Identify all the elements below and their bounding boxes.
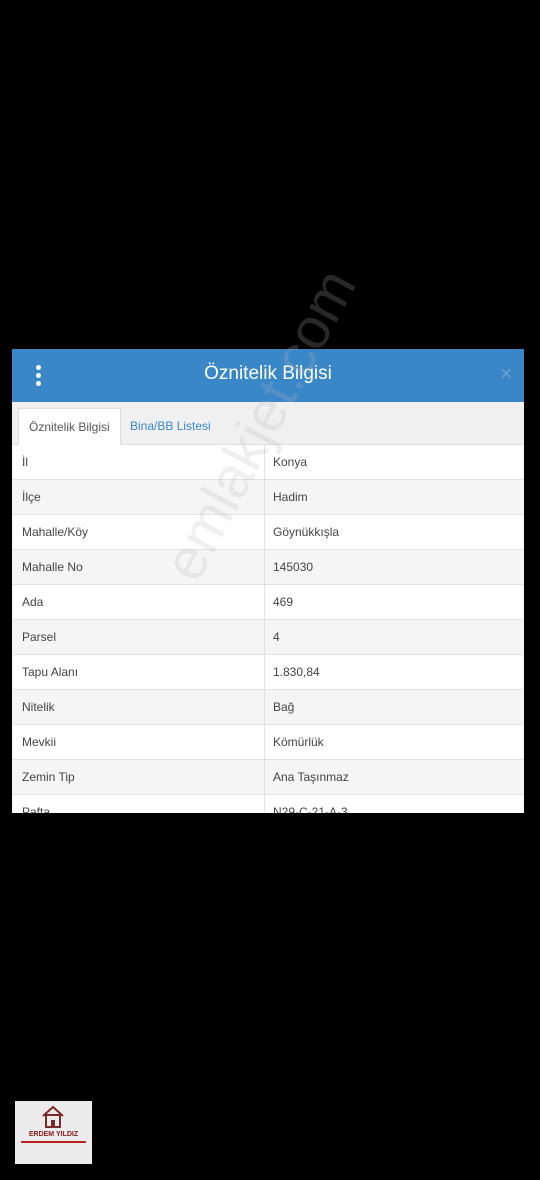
table-row: Nitelik Bağ	[13, 689, 523, 725]
attribute-value: 1.830,84	[264, 654, 523, 690]
attribute-table: İl Konya İlçe Hadim Mahalle/Köy Göynükkışla Ma…	[13, 445, 523, 813]
attribute-value: Kömürlük	[264, 724, 523, 760]
close-icon[interactable]: ×	[500, 363, 512, 386]
table-row: İl Konya	[13, 445, 523, 480]
attribute-key: Tapu Alanı	[13, 654, 265, 690]
attribute-key: İlçe	[13, 479, 265, 515]
tab-attribute-info[interactable]: Öznitelik Bilgisi	[18, 408, 121, 445]
attribute-value: Göynükkışla	[264, 514, 523, 550]
attribute-value: Hadim	[264, 479, 523, 515]
attribute-key: Mahalle No	[13, 549, 265, 585]
attribute-value: Ana Taşınmaz	[264, 759, 523, 795]
attribute-value: 4	[264, 619, 523, 655]
attribute-value: 469	[264, 584, 523, 620]
attribute-key: Ada	[13, 584, 265, 620]
attribute-key: Pafta	[13, 794, 265, 813]
brand-logo: ERDEM YILDIZ	[15, 1101, 92, 1164]
table-row: Parsel 4	[13, 619, 523, 655]
logo-name: ERDEM YILDIZ	[28, 1131, 79, 1138]
attribute-value: 145030	[264, 549, 523, 585]
table-row: Pafta N29-C-21-A-3	[13, 794, 523, 813]
house-icon	[42, 1105, 64, 1128]
table-row: Mevkii Kömürlük	[13, 724, 523, 760]
table-row: Mahalle/Köy Göynükkışla	[13, 514, 523, 550]
attribute-key: Zemin Tip	[13, 759, 265, 795]
table-row: Tapu Alanı 1.830,84	[13, 654, 523, 690]
tab-bar: Öznitelik Bilgisi Bina/BB Listesi	[12, 402, 524, 445]
table-row: İlçe Hadim	[13, 479, 523, 515]
attribute-key: Mahalle/Köy	[13, 514, 265, 550]
logo-underline	[21, 1141, 86, 1143]
dialog-header: Öznitelik Bilgisi ×	[12, 349, 524, 402]
attribute-key: İl	[13, 445, 265, 480]
attribute-key: Parsel	[13, 619, 265, 655]
dialog-title: Öznitelik Bilgisi	[204, 363, 332, 384]
attribute-value: N29-C-21-A-3	[264, 794, 523, 813]
table-row: Ada 469	[13, 584, 523, 620]
attribute-info-dialog: Öznitelik Bilgisi × Öznitelik Bilgisi Bi…	[12, 349, 524, 813]
tab-building-list[interactable]: Bina/BB Listesi	[120, 408, 221, 444]
attribute-value: Konya	[264, 445, 523, 480]
attribute-key: Mevkii	[13, 724, 265, 760]
attribute-key: Nitelik	[13, 689, 265, 725]
attribute-value: Bağ	[264, 689, 523, 725]
table-row: Mahalle No 145030	[13, 549, 523, 585]
table-row: Zemin Tip Ana Taşınmaz	[13, 759, 523, 795]
